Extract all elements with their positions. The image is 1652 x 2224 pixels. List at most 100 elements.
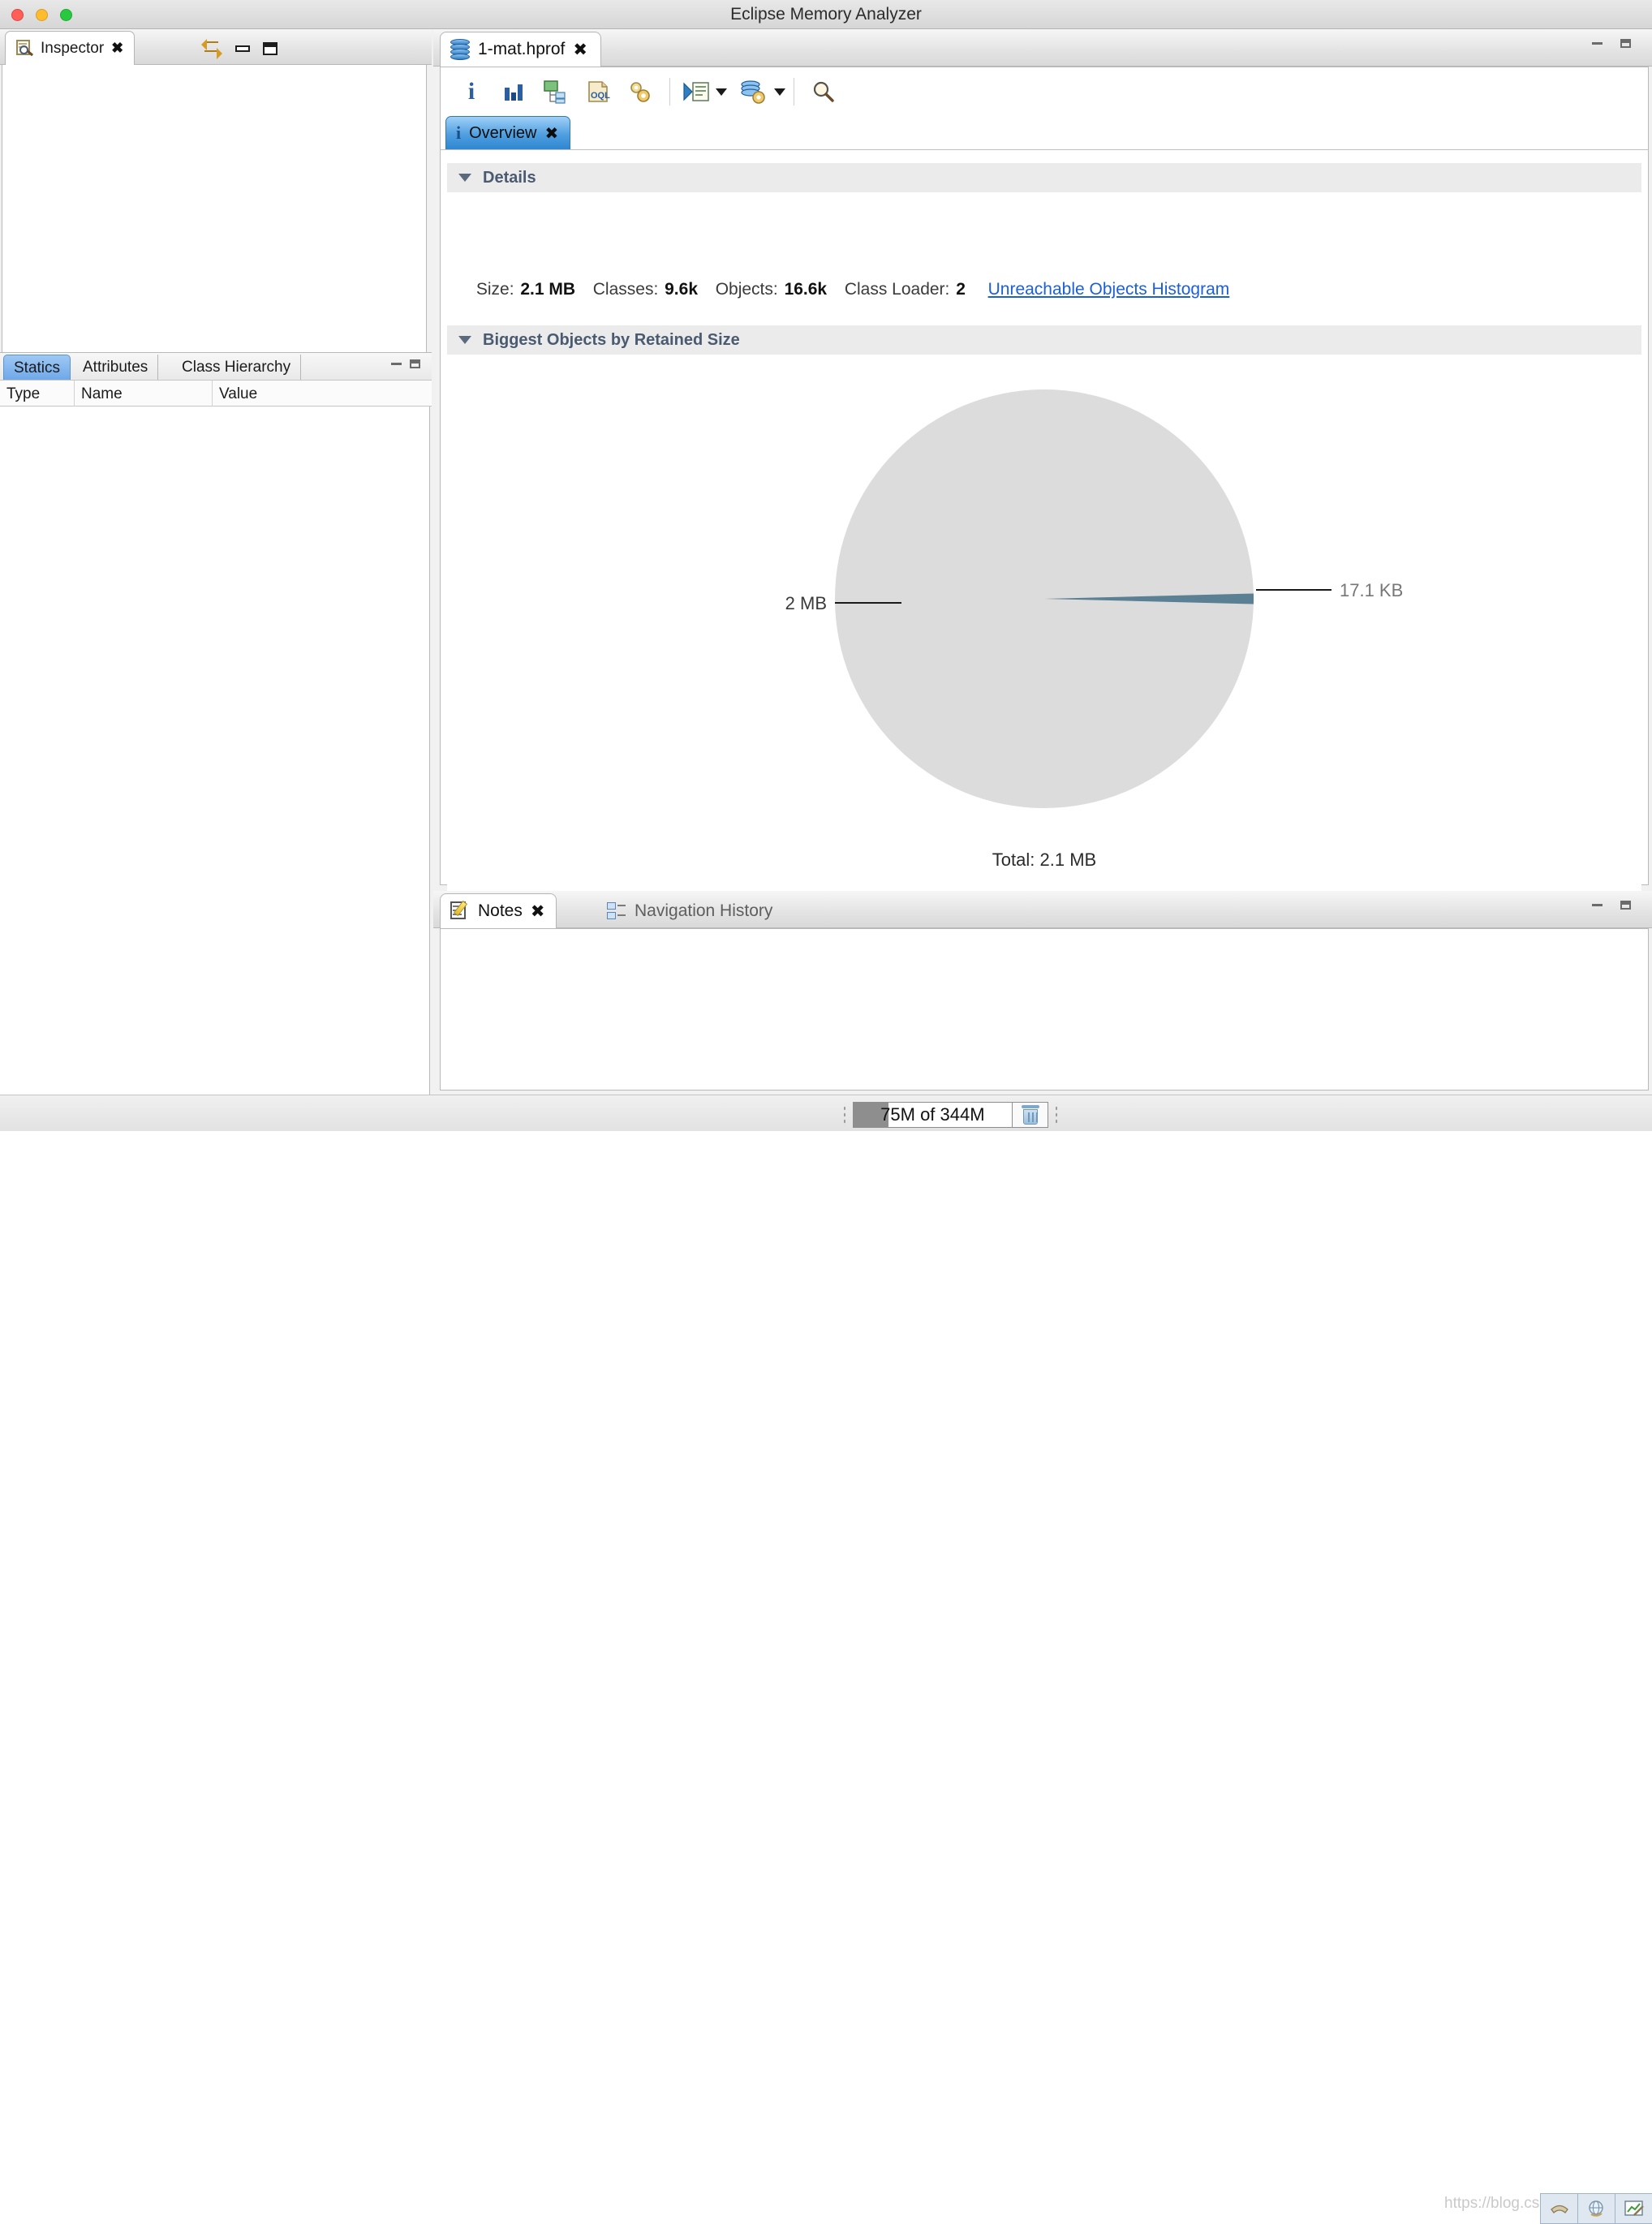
toolbar-separator-1: [669, 78, 670, 105]
window-title: Eclipse Memory Analyzer: [730, 5, 922, 24]
tab-overview-close-icon[interactable]: ✖: [544, 123, 558, 144]
heap-widget-gripper-right[interactable]: [1053, 1103, 1060, 1126]
inspector-view: Inspector ✖ Statics Attributes Class Hie…: [0, 29, 432, 1121]
status-tray: [1540, 2193, 1652, 2224]
result-tab-bar: i Overview ✖: [441, 116, 1648, 150]
subtab-attributes-label: Attributes: [83, 359, 148, 376]
oql-icon[interactable]: OQL: [577, 72, 619, 111]
tab-1-mat-hprof[interactable]: 1-mat.hprof ✖: [440, 32, 601, 67]
inspector-view-toolbar: [201, 38, 277, 59]
details-objects-value: 16.6k: [784, 280, 828, 299]
heap-widget-gripper[interactable]: [841, 1103, 848, 1126]
editor-window-buttons: [1592, 39, 1631, 48]
tab-overview-label: Overview: [469, 123, 537, 142]
inspector-sub-tab-bar: Statics Attributes Class Hierarchy: [0, 352, 432, 380]
tab-inspector[interactable]: Inspector ✖: [5, 31, 136, 65]
details-classes-value: 9.6k: [665, 280, 698, 299]
inspector-sub-restore-icon[interactable]: [410, 359, 420, 368]
dominator-tree-glyph: [544, 80, 566, 104]
editor-frame: i OQL i Overview ✖ Details Size: 2.1 MB …: [440, 67, 1649, 929]
dominator-tree-icon[interactable]: [535, 72, 577, 111]
details-size-label: Size:: [475, 280, 514, 299]
workbench: Inspector ✖ Statics Attributes Class Hie…: [0, 29, 1652, 1121]
sidebar-item-attributes[interactable]: Attributes: [73, 355, 159, 380]
section-details-title: Details: [483, 168, 536, 187]
sidebar-item-statics[interactable]: Statics: [3, 355, 71, 380]
bottom-panel-maximize-icon[interactable]: [1620, 901, 1631, 910]
leak-suspects-icon[interactable]: [619, 72, 661, 111]
subtab-statics-label: Statics: [14, 359, 61, 376]
column-header-type[interactable]: Type: [0, 381, 75, 407]
column-header-name[interactable]: Name: [75, 381, 213, 407]
notes-icon: [450, 900, 470, 921]
bottom-panel-tab-bar: Notes ✖ Navigation History: [433, 891, 1652, 928]
heap-usage-bar[interactable]: 75M of 344M: [852, 1102, 1013, 1128]
chevron-down-icon[interactable]: [458, 336, 471, 344]
editor-minimize-icon[interactable]: [1592, 42, 1603, 45]
status-bar: 75M of 344M https://blog.csdn.net/wild_o…: [0, 1095, 1652, 2224]
subtab-class-hierarchy-label: Class Hierarchy: [182, 359, 291, 376]
link-with-editor-icon[interactable]: [201, 38, 222, 59]
details-classes-label: Classes:: [592, 280, 659, 299]
tab-1-mat-hprof-close-icon[interactable]: ✖: [573, 40, 587, 60]
window-title-bar: Eclipse Memory Analyzer: [0, 0, 1652, 29]
overview-icon[interactable]: i: [450, 72, 493, 111]
svg-text:OQL: OQL: [591, 91, 610, 101]
section-header-biggest-objects[interactable]: Biggest Objects by Retained Size: [447, 325, 1641, 355]
editor-maximize-icon[interactable]: [1620, 39, 1631, 48]
inspector-table-body[interactable]: [0, 407, 430, 1121]
details-summary-line: Size: 2.1 MB Classes: 9.6k Objects: 16.6…: [441, 280, 1648, 299]
heap-status-widget[interactable]: 75M of 344M: [841, 1100, 1065, 1129]
inspector-sub-window-buttons: [391, 359, 420, 368]
navigation-history-icon: [607, 901, 626, 920]
details-classloader-value: 2: [956, 280, 966, 299]
column-header-value[interactable]: Value: [213, 381, 430, 407]
section-header-details[interactable]: Details: [447, 163, 1641, 192]
phone-icon[interactable]: [1541, 2194, 1578, 2223]
editor-toolbar: i OQL: [441, 67, 1648, 116]
details-objects-label: Objects:: [715, 280, 778, 299]
editor-tab-bar: 1-mat.hprof ✖: [433, 29, 1652, 67]
run-expert-system-icon[interactable]: [678, 72, 714, 111]
inspector-tab-bar: Inspector ✖: [0, 29, 432, 65]
sidebar-item-class-hierarchy[interactable]: Class Hierarchy: [172, 355, 302, 380]
inspector-sub-minimize-icon[interactable]: [391, 363, 402, 365]
heap-usage-text: 75M of 344M: [880, 1104, 985, 1125]
tab-navigation-history[interactable]: Navigation History: [596, 893, 784, 928]
tab-notes[interactable]: Notes ✖: [440, 893, 557, 928]
details-size-value: 2.1 MB: [520, 280, 576, 299]
retained-size-pie-chart[interactable]: 2 MB 17.1 KB Total: 2.1 MB: [447, 385, 1641, 929]
pie-label-major: 2 MB: [785, 593, 827, 613]
magnifier-glyph: [813, 81, 834, 102]
globe-icon[interactable]: [1578, 2194, 1615, 2223]
details-classloader-label: Class Loader:: [844, 280, 950, 299]
query-browser-glyph: [741, 80, 765, 104]
bottom-panel-minimize-icon[interactable]: [1592, 904, 1603, 906]
query-browser-icon[interactable]: [734, 72, 772, 111]
section-biggest-objects-title: Biggest Objects by Retained Size: [483, 330, 740, 349]
tab-notes-close-icon[interactable]: ✖: [531, 901, 545, 922]
chart-pen-icon[interactable]: [1615, 2194, 1652, 2223]
tab-navigation-history-label: Navigation History: [635, 901, 773, 920]
run-expert-glyph: [683, 82, 709, 101]
phone-glyph: [1550, 2205, 1568, 2213]
tab-inspector-close-icon[interactable]: ✖: [111, 40, 123, 57]
bottom-panel: Notes ✖ Navigation History: [433, 891, 1652, 1095]
bottom-panel-window-buttons: [1592, 901, 1631, 910]
inspector-minimize-icon[interactable]: [235, 45, 250, 52]
chevron-down-icon[interactable]: [458, 174, 471, 182]
run-garbage-collector-button[interactable]: [1013, 1102, 1049, 1128]
tab-inspector-label: Inspector: [41, 39, 105, 57]
inspector-maximize-icon[interactable]: [263, 42, 277, 55]
histogram-glyph: [505, 84, 523, 101]
tab-overview[interactable]: i Overview ✖: [445, 116, 571, 149]
pie-chart-svg: 2 MB 17.1 KB Total: 2.1 MB: [785, 389, 1403, 870]
run-expert-system-dropdown-icon[interactable]: [716, 88, 727, 96]
find-icon[interactable]: [802, 72, 845, 111]
notes-text-area[interactable]: [440, 928, 1649, 1090]
histogram-icon[interactable]: [493, 72, 535, 111]
inspector-table-header: Type Name Value: [0, 380, 432, 407]
query-browser-dropdown-icon[interactable]: [774, 88, 785, 96]
unreachable-objects-histogram-link[interactable]: Unreachable Objects Histogram: [988, 280, 1230, 299]
inspector-icon: [15, 39, 34, 58]
